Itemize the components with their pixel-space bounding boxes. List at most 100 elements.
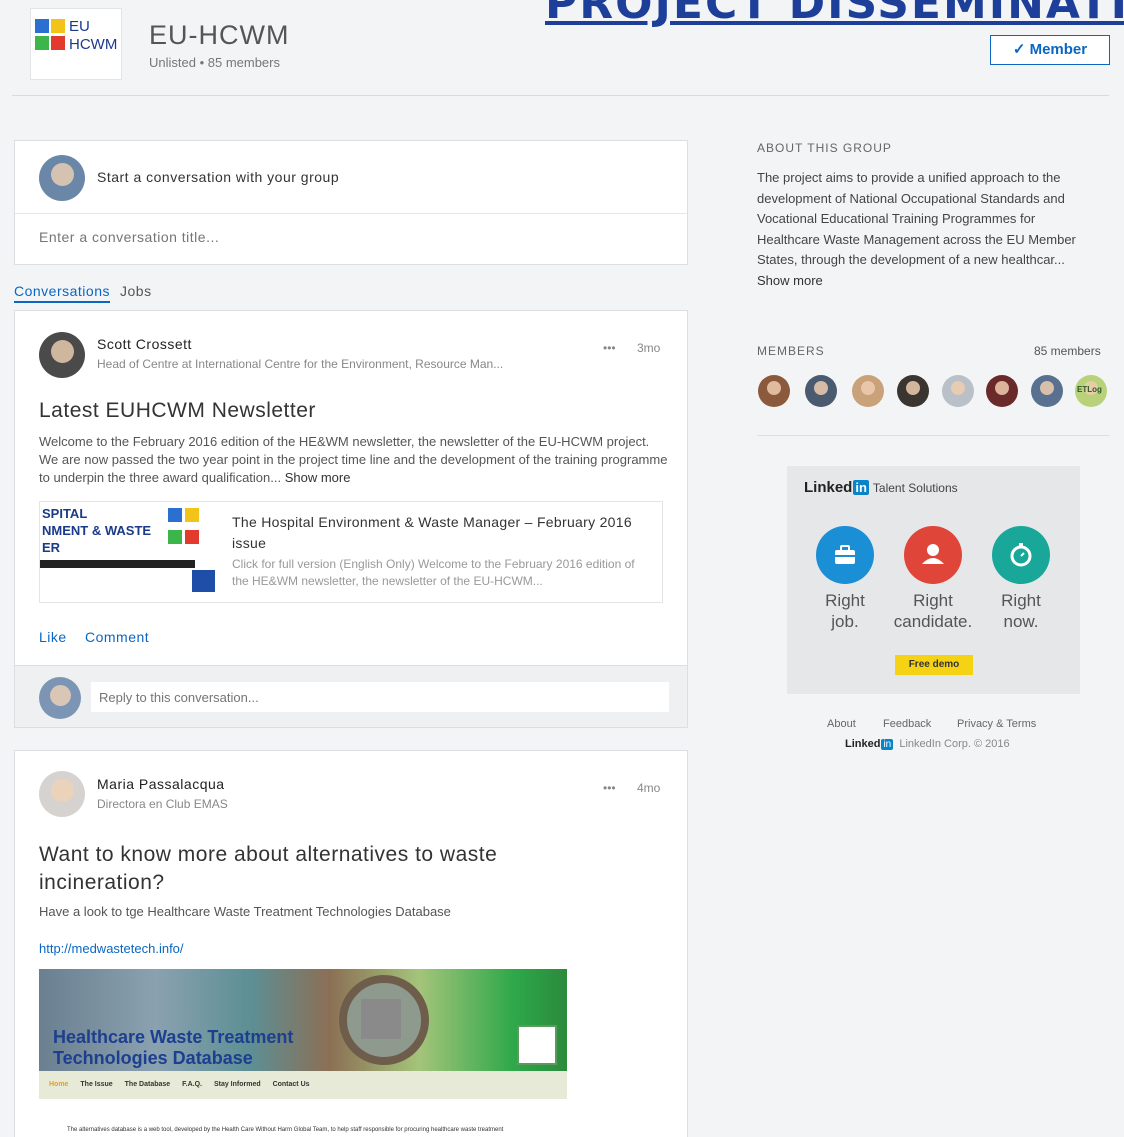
thumb-logo-square xyxy=(185,530,199,544)
thumb-logo-square xyxy=(185,508,199,522)
group-logo: EU HCWM xyxy=(30,8,122,80)
post-more-icon[interactable]: ••• xyxy=(603,781,616,795)
linkedin-in-icon: in xyxy=(853,480,869,495)
ad-circle-now xyxy=(992,526,1050,584)
member-avatar[interactable] xyxy=(805,375,837,407)
member-avatar[interactable] xyxy=(1031,375,1063,407)
thumb-line: SPITAL xyxy=(42,506,88,521)
post-author-name[interactable]: Scott Crossett xyxy=(97,336,192,352)
ad-circle-job xyxy=(816,526,874,584)
members-heading: MEMBERS xyxy=(757,344,825,358)
member-avatar[interactable] xyxy=(758,375,790,407)
ad-label-line: candidate. xyxy=(893,612,973,631)
stopwatch-icon xyxy=(992,526,1050,584)
conversation-post: Scott Crossett Head of Centre at Interna… xyxy=(14,310,688,728)
post-more-icon[interactable]: ••• xyxy=(603,341,616,355)
post-link[interactable]: http://medwastetech.info/ xyxy=(39,941,184,956)
post-title: Latest EUHCWM Newsletter xyxy=(39,399,316,422)
group-meta: Unlisted • 85 members xyxy=(149,55,280,70)
database-banner: Healthcare Waste Treatment Technologies … xyxy=(39,969,567,1071)
database-nav: Home The Issue The Database F.A.Q. Stay … xyxy=(39,1071,567,1099)
author-avatar[interactable] xyxy=(39,332,85,378)
member-avatar[interactable] xyxy=(852,375,884,407)
comment-button[interactable]: Comment xyxy=(85,629,149,645)
post-timestamp: 4mo xyxy=(637,781,661,795)
ad-label-line: Right xyxy=(913,591,953,610)
thumb-bar xyxy=(40,560,195,568)
free-demo-button[interactable]: Free demo xyxy=(895,655,973,675)
member-button[interactable]: ✓ Member xyxy=(990,35,1110,65)
db-nav-item: F.A.Q. xyxy=(182,1081,202,1088)
logo-square-red xyxy=(51,36,65,50)
post-author-headline: Directora en Club EMAS xyxy=(97,797,228,811)
footer-corp-text: LinkedIn Corp. © 2016 xyxy=(899,738,1010,750)
author-avatar[interactable] xyxy=(39,771,85,817)
thumb-line: ER xyxy=(42,540,61,555)
post-title: Want to know more about alternatives to … xyxy=(39,843,498,894)
post-author-name[interactable]: Maria Passalacqua xyxy=(97,776,225,792)
member-avatar[interactable] xyxy=(897,375,929,407)
post-body-text: Welcome to the February 2016 edition of … xyxy=(39,434,668,485)
db-nav-item: Contact Us xyxy=(272,1081,310,1088)
newsletter-thumbnail: SPITAL NMENT & WASTE ER xyxy=(40,502,215,592)
about-show-more[interactable]: Show more xyxy=(757,273,823,288)
conversation-post: Maria Passalacqua Directora en Club EMAS… xyxy=(14,750,688,1137)
composer-divider xyxy=(15,213,687,214)
post-timestamp: 3mo xyxy=(637,341,661,355)
ad-label-line: job. xyxy=(831,612,859,631)
footer-about-link[interactable]: About xyxy=(827,718,856,730)
database-screenshot-image[interactable]: Healthcare Waste Treatment Technologies … xyxy=(39,969,567,1137)
etlog-label: ETLog xyxy=(1077,385,1102,394)
tab-jobs[interactable]: Jobs xyxy=(120,283,152,299)
db-nav-item: The Issue xyxy=(80,1081,113,1088)
ad-label-line: Right xyxy=(825,591,865,610)
post-author-headline: Head of Centre at International Centre f… xyxy=(97,357,504,371)
footer-privacy-link[interactable]: Privacy & Terms xyxy=(957,718,1036,730)
ad-label-candidate: Right candidate. xyxy=(893,590,973,632)
about-heading: ABOUT THIS GROUP xyxy=(757,141,892,155)
show-more-link[interactable]: Show more xyxy=(285,470,351,485)
link-preview-title[interactable]: The Hospital Environment & Waste Manager… xyxy=(232,512,652,554)
healthcare-logo xyxy=(517,1025,557,1065)
member-avatar-etlog[interactable]: ETLog xyxy=(1075,375,1107,407)
group-header: EU HCWM EU-HCWM Unlisted • 85 members ✓ … xyxy=(12,0,1110,96)
database-title-line: Technologies Database xyxy=(53,1048,253,1068)
thumb-logo-square xyxy=(168,530,182,544)
about-body: The project aims to provide a unified ap… xyxy=(757,170,1076,267)
post-body: Have a look to tge Healthcare Waste Trea… xyxy=(39,904,451,919)
footer-feedback-link[interactable]: Feedback xyxy=(883,718,931,730)
talent-solutions-ad[interactable]: Linked in Talent Solutions Right job. Right… xyxy=(787,466,1080,694)
footer-brand: Linked xyxy=(845,738,881,750)
composer-prompt[interactable]: Start a conversation with your group xyxy=(97,169,339,185)
ad-brand-word: Linked xyxy=(804,479,853,496)
logo-square-yellow xyxy=(51,19,65,33)
member-avatar[interactable] xyxy=(942,375,974,407)
tab-conversations[interactable]: Conversations xyxy=(14,283,110,303)
gray-square xyxy=(361,999,401,1039)
like-button[interactable]: Like xyxy=(39,629,67,645)
reply-user-avatar xyxy=(39,677,81,719)
conversation-composer: Start a conversation with your group xyxy=(14,140,688,265)
reply-input[interactable] xyxy=(91,682,669,712)
reply-area xyxy=(15,665,687,727)
db-nav-item: Stay Informed xyxy=(213,1081,261,1088)
ad-label-line: now. xyxy=(1003,612,1039,631)
member-avatar[interactable] xyxy=(986,375,1018,407)
ad-circle-candidate xyxy=(904,526,962,584)
person-icon xyxy=(904,526,962,584)
sidebar-divider xyxy=(757,435,1109,436)
ad-label-line: Right xyxy=(1001,591,1041,610)
ad-label-now: Right now. xyxy=(981,590,1061,632)
footer-in-icon: in xyxy=(881,739,894,750)
db-nav-item: Home xyxy=(49,1081,69,1088)
briefcase-icon xyxy=(816,526,874,584)
current-user-avatar xyxy=(39,155,85,201)
logo-text-hcwm: HCWM xyxy=(69,36,118,53)
link-preview[interactable]: SPITAL NMENT & WASTE ER The Hospital Env… xyxy=(39,501,663,603)
ad-label-job: Right job. xyxy=(805,590,885,632)
members-count[interactable]: 85 members xyxy=(1034,344,1101,358)
database-title-line: Healthcare Waste Treatment xyxy=(53,1027,294,1047)
link-preview-description: Click for full version (English Only) We… xyxy=(232,557,635,588)
conversation-title-input[interactable] xyxy=(39,229,659,245)
footer-corp: Linked in LinkedIn Corp. © 2016 xyxy=(845,738,1010,750)
